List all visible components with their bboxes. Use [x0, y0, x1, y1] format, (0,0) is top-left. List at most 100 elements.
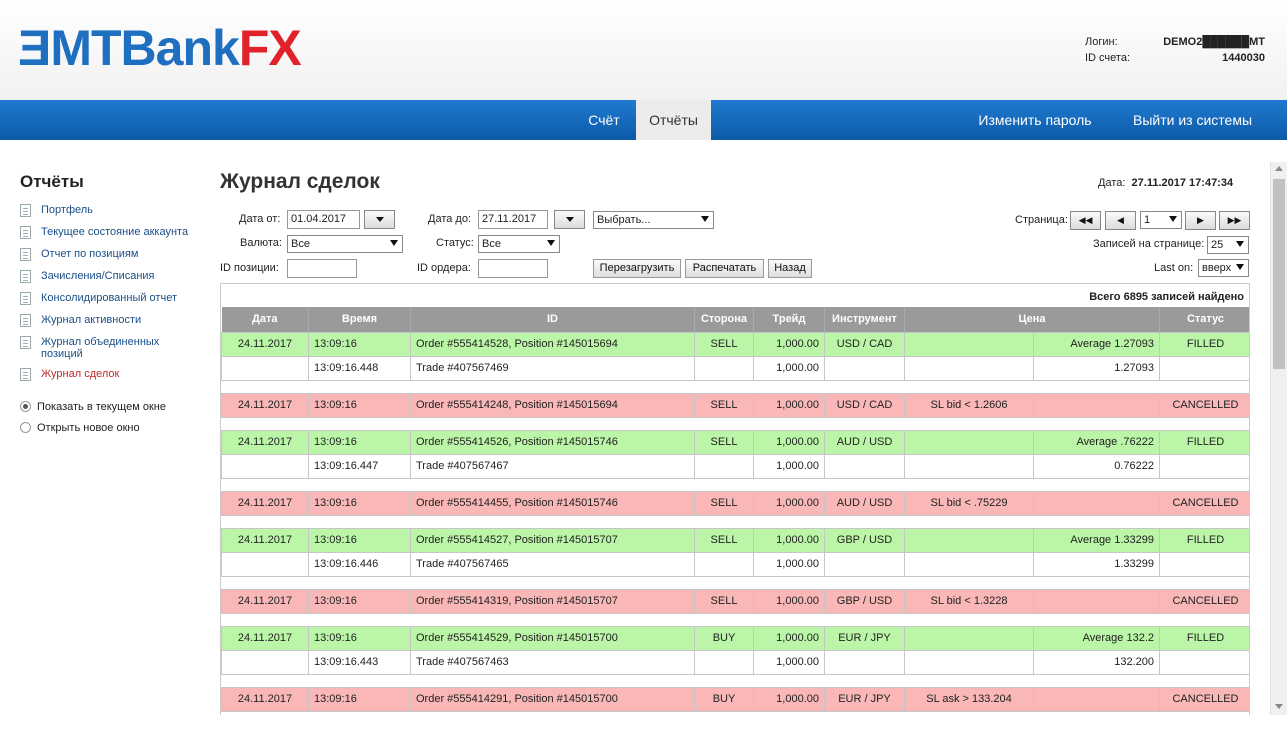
cell-side	[694, 649, 754, 675]
sidebar-item-portfolio[interactable]: Портфель	[20, 204, 200, 226]
nav-logout[interactable]: Выйти из системы	[1115, 100, 1270, 140]
col-header-side[interactable]: Сторона	[694, 307, 754, 332]
col-header-instrument[interactable]: Инструмент	[824, 307, 905, 332]
row-separator	[221, 478, 1249, 491]
cell-trade: 1,000.00	[753, 490, 825, 516]
currency-select[interactable]: Все	[287, 235, 403, 253]
sidebar-item-account-state[interactable]: Текущее состояние аккаунта	[20, 226, 200, 248]
col-header-price[interactable]: Цена	[904, 307, 1160, 332]
chevron-down-icon	[390, 240, 398, 246]
page-scrollbar[interactable]	[1270, 162, 1287, 715]
last-page-button[interactable]: ▶▶	[1219, 211, 1250, 230]
mtbankfx-logo[interactable]: ƎMTBank FX	[18, 16, 302, 80]
cell-price-average: Average 1.33299	[1033, 527, 1160, 553]
row-separator	[221, 380, 1249, 393]
last-on-label: Last on:	[1154, 262, 1194, 274]
row-separator	[221, 674, 1249, 687]
scroll-thumb[interactable]	[1273, 179, 1285, 369]
nav-account[interactable]: Счёт	[572, 100, 636, 140]
cell-instrument: EUR / JPY	[824, 625, 905, 651]
status-select[interactable]: Все	[478, 235, 560, 253]
date-to-picker-button[interactable]	[554, 210, 585, 229]
cell-trade: 1,000.00	[753, 686, 825, 712]
trades-table: Дата Время ID Сторона Трейд Инструмент Ц…	[221, 307, 1249, 712]
per-page-select[interactable]: 25	[1207, 236, 1249, 254]
radio-current-window[interactable]: Показать в текущем окне	[20, 396, 200, 417]
page-title: Журнал сделок	[220, 170, 380, 193]
row-separator-cell	[221, 515, 1249, 528]
radio-selected-icon[interactable]	[20, 401, 31, 412]
cell-trade: 1,000.00	[753, 527, 825, 553]
date-from-picker-button[interactable]	[364, 210, 395, 229]
cell-id: Order #555414526, Position #145015746	[410, 429, 695, 455]
row-separator	[221, 576, 1249, 589]
row-separator-cell	[221, 576, 1249, 589]
reload-button[interactable]: Перезагрузить	[593, 259, 681, 278]
account-id-label: ID счета:	[1085, 52, 1131, 64]
cell-date: 24.11.2017	[221, 527, 309, 553]
cell-id: Order #555414528, Position #145015694	[410, 331, 695, 357]
current-date-value: 27.11.2017 17:47:34	[1131, 177, 1234, 189]
cell-date	[221, 649, 309, 675]
next-page-button[interactable]: ▶	[1185, 211, 1216, 230]
radio-label: Показать в текущем окне	[37, 400, 166, 413]
print-button[interactable]: Распечатать	[685, 259, 764, 278]
order-row: 24.11.2017 13:09:16 Order #555414248, Posi…	[221, 392, 1249, 418]
cell-status	[1159, 355, 1249, 381]
date-to-input[interactable]: 27.11.2017	[478, 210, 548, 229]
sidebar-item-label: Журнал сделок	[41, 368, 120, 380]
sidebar-item-merged-positions-log[interactable]: Журнал объединенных позиций	[20, 336, 200, 368]
page-label: Страница:	[1015, 214, 1068, 226]
sidebar-item-trades-log[interactable]: Журнал сделок	[20, 368, 200, 390]
last-on-select[interactable]: вверх	[1198, 259, 1249, 277]
cell-price-average	[1033, 490, 1160, 516]
document-icon	[20, 314, 31, 327]
sidebar-item-activity-log[interactable]: Журнал активности	[20, 314, 200, 336]
scroll-up-arrow-icon[interactable]	[1275, 166, 1283, 171]
reports-sidebar: Отчёты Портфель Текущее состояние аккаун…	[20, 172, 200, 438]
choose-period-value: Выбрать...	[597, 214, 651, 226]
date-from-input[interactable]: 01.04.2017	[287, 210, 360, 229]
cell-side: SELL	[694, 331, 754, 357]
order-row: 24.11.2017 13:09:16 Order #555414319, Posi…	[221, 588, 1249, 614]
col-header-time[interactable]: Время	[308, 307, 411, 332]
row-separator	[221, 613, 1249, 626]
first-page-button[interactable]: ◀◀	[1070, 211, 1101, 230]
logo-fx-text: FX	[238, 20, 302, 76]
col-header-date[interactable]: Дата	[221, 307, 309, 332]
sidebar-item-consolidated-report[interactable]: Консолидированный отчет	[20, 292, 200, 314]
col-header-status[interactable]: Статус	[1159, 307, 1249, 332]
chevron-down-icon	[1169, 216, 1177, 222]
cell-time: 13:09:16.446	[308, 551, 411, 577]
cell-trade: 1,000.00	[753, 588, 825, 614]
cell-status	[1159, 453, 1249, 479]
order-id-input[interactable]	[478, 259, 548, 278]
radio-new-window[interactable]: Открыть новое окно	[20, 417, 200, 438]
choose-period-select[interactable]: Выбрать...	[593, 211, 714, 229]
cell-price-condition	[904, 429, 1034, 455]
cell-id: Order #555414455, Position #145015746	[410, 490, 695, 516]
cell-date: 24.11.2017	[221, 429, 309, 455]
cell-instrument: USD / CAD	[824, 392, 905, 418]
page-select[interactable]: 1	[1140, 211, 1182, 229]
cell-date: 24.11.2017	[221, 331, 309, 357]
radio-unselected-icon[interactable]	[20, 422, 31, 433]
sidebar-item-deposits-withdrawals[interactable]: Зачисления/Списания	[20, 270, 200, 292]
chevron-down-icon	[1236, 264, 1244, 270]
cell-status: FILLED	[1159, 331, 1249, 357]
prev-page-button[interactable]: ◀	[1105, 211, 1136, 230]
cell-id: Order #555414527, Position #145015707	[410, 527, 695, 553]
cell-trade: 1,000.00	[753, 331, 825, 357]
sidebar-item-positions-report[interactable]: Отчет по позициям	[20, 248, 200, 270]
col-header-trade[interactable]: Трейд	[753, 307, 825, 332]
back-button[interactable]: Назад	[768, 259, 812, 278]
nav-change-password[interactable]: Изменить пароль	[960, 100, 1110, 140]
scroll-down-arrow-icon[interactable]	[1275, 704, 1283, 709]
cell-side: SELL	[694, 588, 754, 614]
cell-status	[1159, 649, 1249, 675]
currency-value: Все	[291, 238, 310, 250]
col-header-id[interactable]: ID	[410, 307, 695, 332]
position-id-input[interactable]	[287, 259, 357, 278]
nav-reports[interactable]: Отчёты	[636, 100, 711, 140]
cell-side	[694, 551, 754, 577]
